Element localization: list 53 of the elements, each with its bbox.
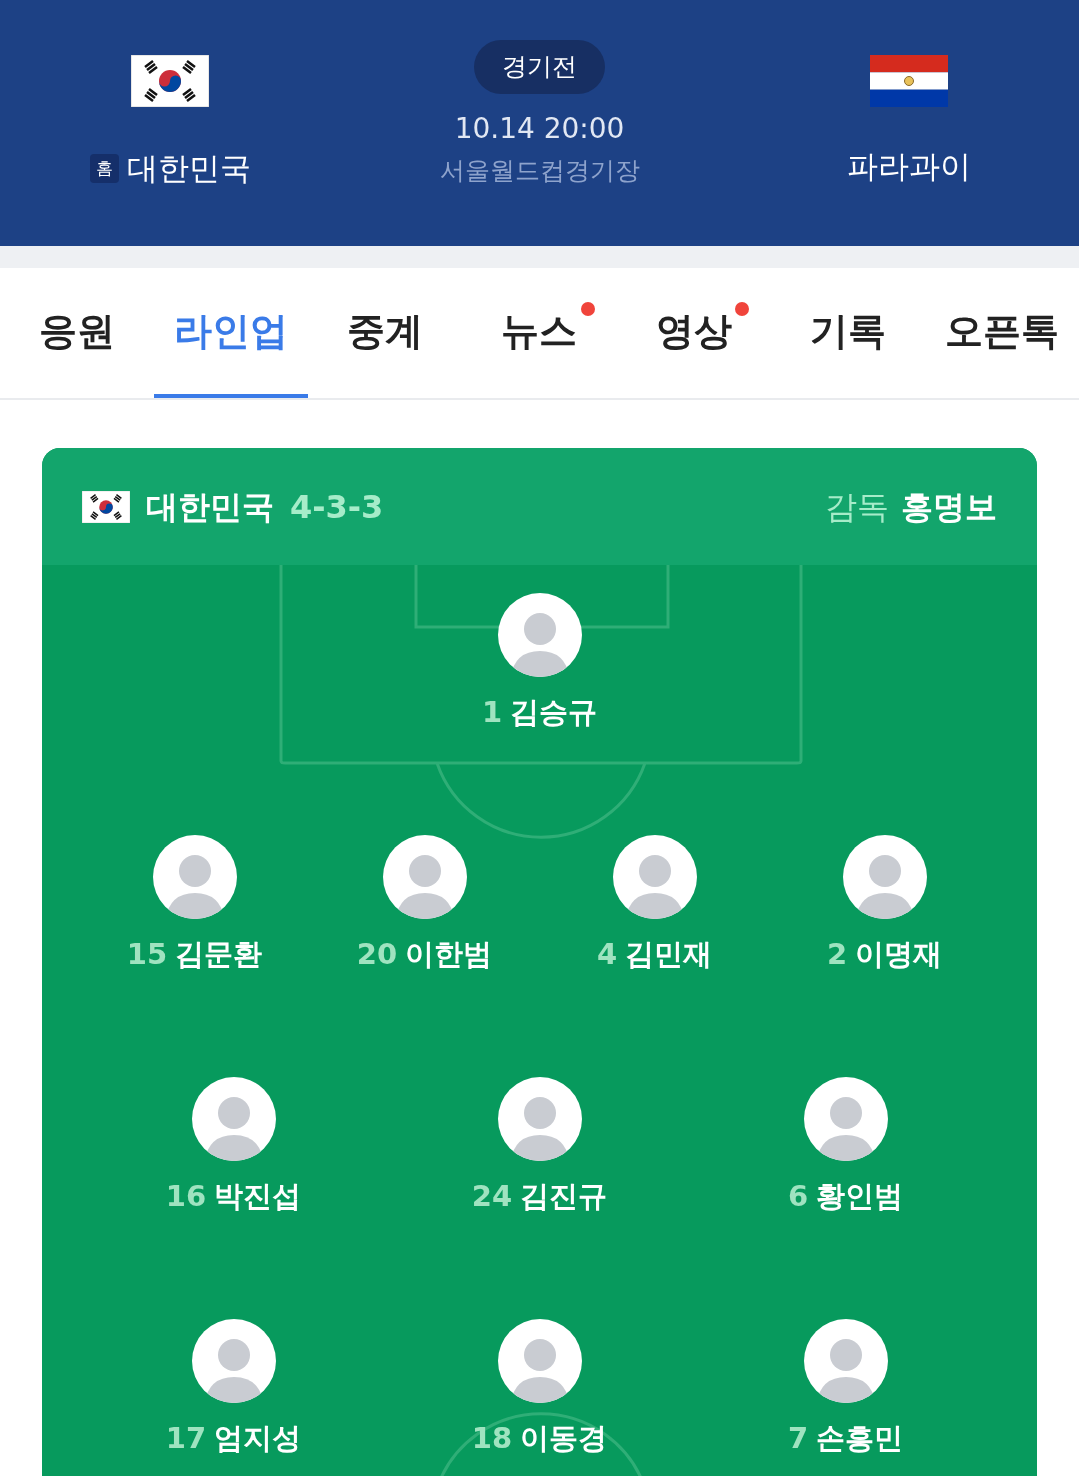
- player-number: 1: [481, 694, 503, 731]
- home-badge: 홈: [89, 153, 119, 183]
- player-name: 김승규: [510, 694, 598, 731]
- coach-label: 감독: [825, 486, 889, 528]
- player-number: 16: [165, 1178, 207, 1215]
- match-datetime: 10.14 20:00: [454, 110, 625, 147]
- avatar-icon: [803, 1077, 888, 1161]
- player-number: 7: [787, 1420, 809, 1457]
- player-name: 손흥민: [816, 1420, 904, 1457]
- tab[interactable]: 중계: [308, 268, 463, 398]
- avatar-icon: [152, 835, 237, 919]
- avatar-icon: [191, 1077, 276, 1161]
- tab[interactable]: 뉴스: [462, 268, 617, 398]
- avatar-icon: [382, 835, 467, 919]
- player-name: 김진규: [520, 1178, 608, 1215]
- player-name: 엄지성: [214, 1420, 302, 1457]
- flag-icon: [131, 55, 209, 107]
- venue: 서울월드컵경기장: [439, 154, 640, 187]
- formation: 4-3-3: [290, 486, 384, 528]
- player-number: 6: [787, 1178, 809, 1215]
- player-number: 20: [356, 936, 398, 973]
- avatar-icon: [612, 835, 697, 919]
- player-number: 17: [165, 1420, 207, 1457]
- player-number: 15: [126, 936, 168, 973]
- avatar-icon: [497, 1077, 582, 1161]
- tab[interactable]: 라인업: [154, 268, 309, 398]
- tab[interactable]: 기록: [770, 268, 925, 398]
- avatar-icon: [842, 835, 927, 919]
- lineup-team: 대한민국: [146, 486, 274, 528]
- player-name: 김민재: [625, 936, 713, 973]
- tab[interactable]: 영상: [616, 268, 771, 398]
- status-pill: 경기전: [474, 40, 605, 94]
- player-number: 2: [826, 936, 848, 973]
- tab[interactable]: 오픈톡: [924, 268, 1079, 398]
- avatar-icon: [497, 1319, 582, 1403]
- avatar-icon: [191, 1319, 276, 1403]
- flag-icon: [870, 55, 948, 107]
- player-name: 이명재: [855, 936, 943, 973]
- player-name: 김문환: [175, 936, 263, 973]
- player-name: 이한범: [405, 936, 493, 973]
- team-name: 대한민국: [126, 149, 251, 188]
- tab[interactable]: 응원: [0, 268, 155, 398]
- avatar-icon: [497, 593, 582, 677]
- flag-icon: [82, 490, 130, 523]
- player-name: 박진섭: [214, 1178, 302, 1215]
- avatar-icon: [803, 1319, 888, 1403]
- player-name: 이동경: [520, 1420, 608, 1457]
- team-name: 파라과이: [847, 147, 971, 186]
- player-number: 4: [596, 936, 618, 973]
- player-number: 24: [471, 1178, 513, 1215]
- player-name: 황인범: [816, 1178, 904, 1215]
- player-number: 18: [471, 1420, 513, 1457]
- coach-name: 홍명보: [901, 486, 997, 528]
